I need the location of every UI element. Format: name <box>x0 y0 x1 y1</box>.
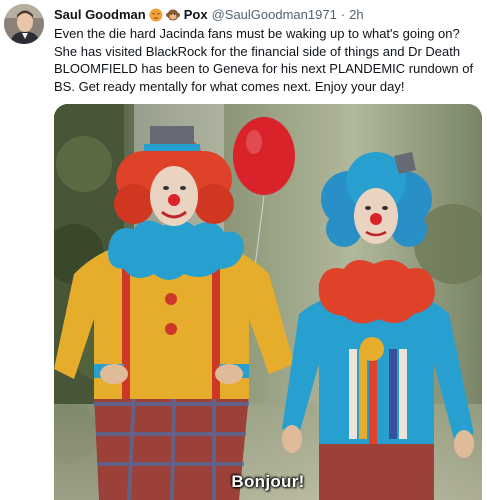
author-avatar[interactable] <box>4 4 44 44</box>
author-name[interactable]: Saul Goodman <box>54 6 146 23</box>
video-caption: Bonjour! <box>231 472 305 491</box>
tired-face-emoji-icon <box>149 8 163 22</box>
monkey-emoji-icon <box>165 8 180 22</box>
tweet-header: Saul Goodman Pox @SaulGoodman1971 · 2h <box>54 6 479 23</box>
clowns-video-still-image <box>54 104 482 500</box>
header-separator: · <box>340 7 346 22</box>
tweet-text: Even the die hard Jacinda fans must be w… <box>54 26 474 94</box>
tweet[interactable]: Saul Goodman Pox @SaulGoodman1971 · 2h E… <box>0 0 487 500</box>
author-name-suffix[interactable]: Pox <box>184 6 208 23</box>
author-handle[interactable]: @SaulGoodman1971 <box>212 6 337 23</box>
tweet-timestamp[interactable]: 2h <box>349 6 363 23</box>
tweet-media-video[interactable]: Bonjour! <box>54 104 482 500</box>
